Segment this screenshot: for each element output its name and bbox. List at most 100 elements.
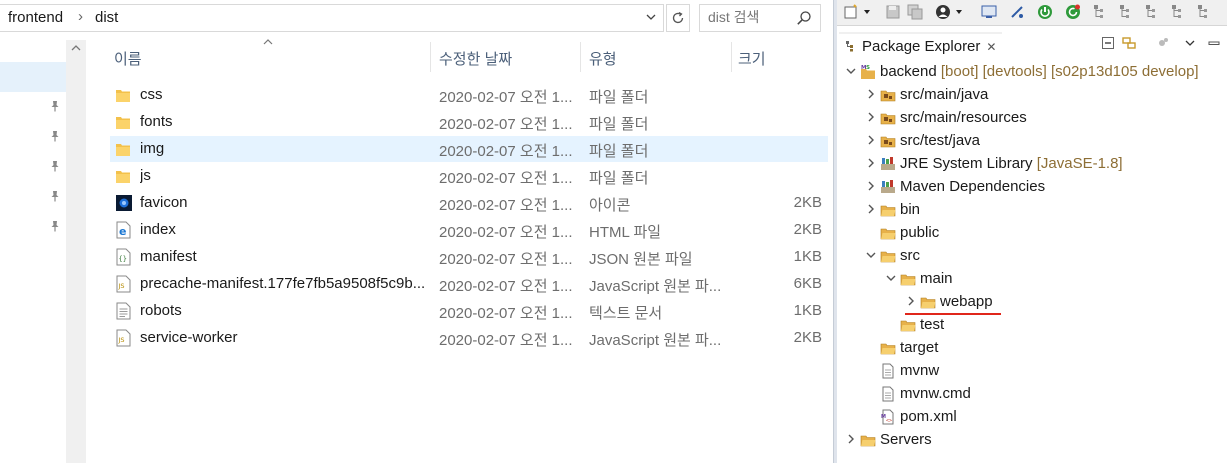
file-type: 파일 폴더 — [589, 170, 649, 187]
file-row-service-worker[interactable]: JS service-worker 2020-02-07 오전 1... JavaSc… — [110, 325, 828, 351]
file-size: 2KB — [793, 221, 822, 238]
refresh-icon — [672, 11, 684, 24]
nav-selected-item[interactable] — [0, 62, 66, 92]
console-icon[interactable] — [981, 4, 997, 20]
address-dropdown-icon[interactable] — [645, 11, 657, 26]
tree-node-name: Maven Dependencies — [900, 178, 1046, 195]
maven-project-icon: MS — [860, 64, 876, 80]
start-server-icon[interactable] — [1037, 4, 1053, 20]
file-name: css — [140, 86, 163, 103]
pin-icon[interactable] — [48, 99, 62, 113]
column-header-type[interactable]: 유형 — [589, 48, 617, 69]
chevron-right-icon[interactable] — [864, 201, 878, 217]
search-box[interactable] — [699, 4, 821, 32]
scroll-up-icon[interactable] — [71, 44, 81, 52]
structure-icon[interactable] — [1197, 4, 1213, 20]
dropdown-arrow-icon[interactable] — [955, 4, 963, 20]
xml-file-icon: M <> — [880, 409, 896, 425]
chevron-right-icon[interactable] — [844, 431, 858, 447]
file-row-manifest[interactable]: {} manifest 2020-02-07 오전 1... JSON 원본 파일 1K… — [110, 244, 828, 270]
file-type: 파일 폴더 — [589, 116, 649, 133]
file-date: 2020-02-07 오전 1... — [439, 224, 573, 241]
chevron-right-icon[interactable] — [864, 178, 878, 194]
breadcrumb-dist[interactable]: dist — [95, 9, 118, 26]
skip-breakpoints-icon[interactable] — [1009, 4, 1025, 20]
svg-text:<>: <> — [886, 418, 892, 424]
chevron-down-icon[interactable] — [884, 270, 898, 286]
structure-icon[interactable] — [1093, 4, 1109, 20]
folder-icon — [115, 113, 131, 131]
file-row-favicon[interactable]: favicon 2020-02-07 오전 1... 아이콘 2KB — [110, 190, 828, 216]
minimize-icon[interactable] — [1207, 36, 1221, 50]
column-header-date[interactable]: 수정한 날짜 — [439, 48, 512, 69]
file-row-js[interactable]: js 2020-02-07 오전 1... 파일 폴더 — [110, 163, 828, 189]
pin-icon[interactable] — [48, 219, 62, 233]
save-all-icon[interactable] — [907, 4, 923, 20]
file-type: 파일 폴더 — [589, 143, 649, 160]
file-name: js — [140, 167, 151, 184]
file-date: 2020-02-07 오전 1... — [439, 116, 573, 133]
address-bar[interactable]: frontend › dist — [0, 4, 664, 32]
folder-icon — [115, 140, 131, 158]
file-type: JSON 원본 파일 — [589, 251, 693, 268]
chevron-right-icon[interactable] — [864, 155, 878, 171]
close-icon[interactable]: ✕ — [986, 40, 996, 54]
pin-icon[interactable] — [48, 159, 62, 173]
chevron-right-icon[interactable] — [864, 132, 878, 148]
column-divider[interactable] — [731, 42, 732, 72]
file-row-css[interactable]: css 2020-02-07 오전 1... 파일 폴더 — [110, 82, 828, 108]
file-row-fonts[interactable]: fonts 2020-02-07 오전 1... 파일 폴더 — [110, 109, 828, 135]
pin-icon[interactable] — [48, 129, 62, 143]
file-size: 1KB — [793, 248, 822, 265]
tree-node-label: src — [900, 247, 920, 264]
structure-icon[interactable] — [1145, 4, 1161, 20]
file-name: index — [140, 221, 176, 238]
focus-icon[interactable] — [1155, 36, 1169, 50]
file-row-precache-manifest-177fe7fb5a9508f5c9b[interactable]: JS precache-manifest.177fe7fb5a9508f5c9b.… — [110, 271, 828, 297]
chevron-down-icon[interactable] — [844, 63, 858, 79]
file-row-img[interactable]: img 2020-02-07 오전 1... 파일 폴더 — [110, 136, 828, 162]
structure-icon[interactable] — [1119, 4, 1135, 20]
column-divider[interactable] — [430, 42, 431, 72]
source-folder-icon — [880, 87, 896, 103]
source-folder-icon — [880, 133, 896, 149]
file-row-robots[interactable]: robots 2020-02-07 오전 1... 텍스트 문서 1KB — [110, 298, 828, 324]
dropdown-arrow-icon[interactable] — [863, 4, 871, 20]
folder-icon — [920, 294, 936, 310]
relaunch-icon[interactable] — [1065, 4, 1081, 20]
link-with-editor-icon[interactable] — [1122, 36, 1136, 50]
file-type: JavaScript 원본 파... — [589, 278, 722, 295]
column-header-size[interactable]: 크기 — [738, 48, 766, 69]
tree-node-name: bin — [900, 201, 921, 218]
column-header-name[interactable]: 이름 — [114, 48, 142, 69]
search-input[interactable] — [708, 9, 788, 25]
collapse-all-icon[interactable] — [1101, 36, 1115, 50]
file-type: HTML 파일 — [589, 224, 662, 241]
pin-icon[interactable] — [48, 189, 62, 203]
refresh-button[interactable] — [666, 4, 690, 32]
chevron-right-icon[interactable] — [864, 109, 878, 125]
profile-icon[interactable] — [935, 4, 951, 20]
file-icon — [880, 363, 896, 379]
tree-node-name: main — [920, 270, 953, 287]
tab-package-explorer[interactable]: Package Explorer ✕ — [839, 32, 1003, 58]
chevron-right-icon[interactable] — [904, 293, 918, 309]
structure-icon[interactable] — [1171, 4, 1187, 20]
file-row-index[interactable]: e index 2020-02-07 오전 1... HTML 파일 2KB — [110, 217, 828, 243]
save-icon[interactable] — [885, 4, 901, 20]
search-icon[interactable] — [796, 10, 812, 26]
tree-node-name: backend — [880, 63, 937, 80]
chevron-down-icon[interactable] — [864, 247, 878, 263]
breadcrumb-frontend[interactable]: frontend — [8, 9, 63, 26]
chevron-right-icon[interactable] — [864, 86, 878, 102]
file-type: JavaScript 원본 파... — [589, 332, 722, 349]
file-date: 2020-02-07 오전 1... — [439, 170, 573, 187]
new-wizard-icon[interactable] — [843, 4, 859, 20]
nav-scrollbar[interactable] — [66, 40, 86, 463]
file-date: 2020-02-07 오전 1... — [439, 332, 573, 349]
column-divider[interactable] — [580, 42, 581, 72]
tree-node-label: mvnw — [900, 362, 939, 379]
tree-node-name: src/test/java — [900, 132, 981, 149]
svg-text:JS: JS — [118, 282, 125, 290]
view-menu-icon[interactable] — [1183, 36, 1197, 50]
